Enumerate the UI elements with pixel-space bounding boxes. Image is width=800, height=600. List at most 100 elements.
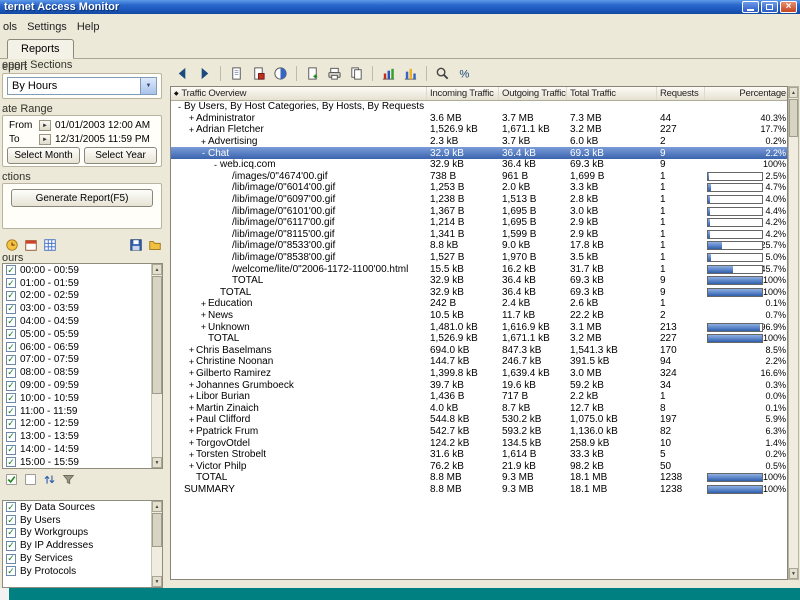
tree-expander[interactable]: - [211,160,220,170]
hour-item[interactable]: ✓02:00 - 02:59 [3,290,151,303]
bar-chart-icon[interactable] [378,63,399,83]
close-button[interactable]: × [780,1,797,13]
tree-expander[interactable]: + [199,322,208,332]
tab-reports[interactable]: Reports [7,39,74,59]
report-scrollbar[interactable]: ▲ ▼ [788,86,799,580]
calendar-icon[interactable] [22,237,39,253]
hour-checkbox[interactable]: ✓ [6,419,16,429]
from-date-field[interactable]: 01/01/2003 12:00 AM [55,120,150,131]
to-date-dropdown-icon[interactable]: ► [39,134,51,145]
section-checkbox[interactable]: ✓ [6,528,16,538]
zoom-icon[interactable] [432,63,453,83]
section-checkbox[interactable]: ✓ [6,541,16,551]
tree-expander[interactable]: + [187,368,196,378]
tree-expander[interactable]: + [187,113,196,123]
select-month-button[interactable]: Select Month [7,147,80,164]
table-row[interactable]: +Advertising2.3 kB3.7 kB6.0 kB20.2% [171,136,787,148]
menu-tools[interactable]: ols [1,20,25,34]
table-row[interactable]: +Education242 B2.4 kB2.6 kB10.1% [171,298,787,310]
hour-checkbox[interactable]: ✓ [6,457,16,467]
table-row[interactable]: +Martin Zinaich4.0 kB8.7 kB12.7 kB80.1% [171,402,787,414]
hour-checkbox[interactable]: ✓ [6,393,16,403]
table-row[interactable]: -Chat32.9 kB36.4 kB69.3 kB92.2% [171,147,787,159]
table-row[interactable]: /lib/image/0"8533'00.gif8.8 kB9.0 kB17.8… [171,240,787,252]
table-row[interactable]: /lib/image/0"6101'00.gif1,367 B1,695 B3.… [171,205,787,217]
tree-expander[interactable]: + [187,392,196,402]
pie-chart-icon[interactable] [270,63,291,83]
hour-item[interactable]: ✓07:00 - 07:59 [3,354,151,367]
hour-checkbox[interactable]: ✓ [6,445,16,455]
hour-checkbox[interactable]: ✓ [6,355,16,365]
export-report-icon[interactable] [248,63,269,83]
tree-expander[interactable]: + [187,125,196,135]
table-row[interactable]: /lib/image/0"6097'00.gif1,238 B1,513 B2.… [171,194,787,206]
scroll-down-icon[interactable]: ▼ [152,457,162,468]
table-row[interactable]: +Victor Philp76.2 kB21.9 kB98.2 kB500.5% [171,460,787,472]
tree-expander[interactable]: + [199,137,208,147]
table-row[interactable]: /images/0"4674'00.gif738 B961 B1,699 B12… [171,171,787,183]
section-checkbox[interactable]: ✓ [6,566,16,576]
section-item[interactable]: ✓By Services [3,552,151,565]
tree-expander[interactable]: + [187,461,196,471]
menu-settings[interactable]: Settings [25,20,75,34]
section-item[interactable]: ✓By Users [3,514,151,527]
chevron-down-icon[interactable]: ▼ [140,78,156,94]
scroll-down-icon[interactable]: ▼ [789,568,798,579]
section-item[interactable]: ✓By Protocols [3,565,151,578]
minimize-button[interactable] [742,1,759,13]
table-row[interactable]: +Christine Noonan144.7 kB246.7 kB391.5 k… [171,356,787,368]
uncheck-all-icon[interactable] [22,472,39,488]
tree-expander[interactable]: + [187,426,196,436]
section-checkbox[interactable]: ✓ [6,515,16,525]
column-header-total[interactable]: Total Traffic [567,87,657,100]
hour-item[interactable]: ✓15:00 - 15:59 [3,456,151,468]
tree-expander[interactable]: + [187,345,196,355]
table-row[interactable]: TOTAL1,526.9 kB1,671.1 kB3.2 MB227100% [171,333,787,345]
tree-expander[interactable]: + [187,438,196,448]
tree-expander[interactable]: + [187,357,196,367]
table-row[interactable]: +Johannes Grumboeck39.7 kB19.6 kB59.2 kB… [171,379,787,391]
table-row[interactable]: +Chris Baselmans694.0 kB847.3 kB1,541.3 … [171,344,787,356]
forward-icon[interactable] [194,63,215,83]
hour-checkbox[interactable]: ✓ [6,329,16,339]
percent-icon[interactable]: % [454,63,475,83]
print-icon[interactable] [324,63,345,83]
table-row[interactable]: /lib/image/0"6117'00.gif1,214 B1,695 B2.… [171,217,787,229]
sections-scrollbar[interactable]: ▲ ▼ [151,501,162,587]
to-date-field[interactable]: 12/31/2005 11:59 PM [55,134,150,145]
hour-item[interactable]: ✓11:00 - 11:59 [3,405,151,418]
column-header-requests[interactable]: Requests [657,87,705,100]
tree-expander[interactable]: + [199,299,208,309]
grid-icon[interactable] [41,237,58,253]
table-row[interactable]: +TorgovOtdel124.2 kB134.5 kB258.9 kB101.… [171,437,787,449]
scroll-up-icon[interactable]: ▲ [789,87,798,98]
clock-icon[interactable] [3,237,20,253]
table-row[interactable]: -By Users, By Host Categories, By Hosts,… [171,101,787,113]
tree-expander[interactable]: + [187,415,196,425]
open-folder-icon[interactable] [146,237,163,253]
hour-checkbox[interactable]: ✓ [6,406,16,416]
hour-checkbox[interactable]: ✓ [6,381,16,391]
table-row[interactable]: +Paul Clifford544.8 kB530.2 kB1,075.0 kB… [171,414,787,426]
column-header-percentage[interactable]: Percentage [705,87,788,100]
hour-checkbox[interactable]: ✓ [6,278,16,288]
hour-item[interactable]: ✓00:00 - 00:59 [3,264,151,277]
from-date-dropdown-icon[interactable]: ► [39,120,51,131]
section-checkbox[interactable]: ✓ [6,502,16,512]
hour-item[interactable]: ✓13:00 - 13:59 [3,430,151,443]
hour-item[interactable]: ✓01:00 - 01:59 [3,277,151,290]
hour-item[interactable]: ✓04:00 - 04:59 [3,315,151,328]
hour-item[interactable]: ✓05:00 - 05:59 [3,328,151,341]
select-year-button[interactable]: Select Year [84,147,157,164]
table-row[interactable]: /lib/image/0"8538'00.gif1,527 B1,970 B3.… [171,252,787,264]
back-icon[interactable] [172,63,193,83]
hour-checkbox[interactable]: ✓ [6,342,16,352]
table-row[interactable]: /lib/image/0"6014'00.gif1,253 B2.0 kB3.3… [171,182,787,194]
section-item[interactable]: ✓By Workgroups [3,527,151,540]
table-row[interactable]: +Unknown1,481.0 kB1,616.9 kB3.1 MB21396.… [171,321,787,333]
scroll-up-icon[interactable]: ▲ [152,501,162,512]
scrollbar-thumb[interactable] [152,513,162,547]
hour-checkbox[interactable]: ✓ [6,368,16,378]
tree-expander[interactable]: + [187,380,196,390]
table-row[interactable]: +Libor Burian1,436 B717 B2.2 kB10.0% [171,391,787,403]
